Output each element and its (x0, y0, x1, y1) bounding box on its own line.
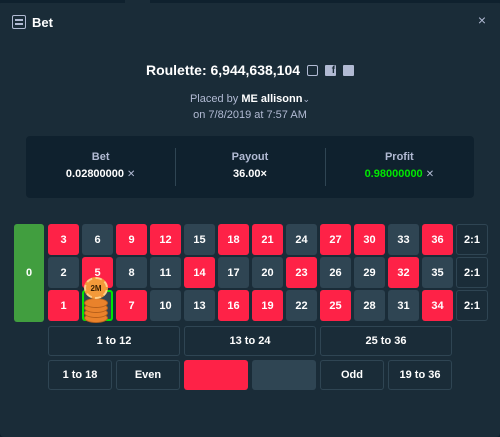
number-cell[interactable]: 7 (116, 290, 147, 321)
number-cell[interactable]: 36 (422, 224, 453, 255)
bet-modal: Bet × Roulette: 6,944,638,104 f Placed b… (0, 0, 500, 437)
number-cell[interactable]: 9 (116, 224, 147, 255)
number-cell[interactable]: 25 (320, 290, 351, 321)
number-cell[interactable]: 32 (388, 257, 419, 288)
number-cell[interactable]: 13 (184, 290, 215, 321)
number-cell[interactable]: 16 (218, 290, 249, 321)
number-cell[interactable]: 22 (286, 290, 317, 321)
dozen-bet-cell[interactable]: 25 to 36 (320, 326, 452, 356)
number-cell[interactable]: 10 (150, 290, 181, 321)
number-cell[interactable]: 26 (320, 257, 351, 288)
number-cell[interactable]: 8 (116, 257, 147, 288)
number-cell[interactable]: 30 (354, 224, 385, 255)
number-cell[interactable]: 12 (150, 224, 181, 255)
column-bet-cell[interactable]: 2:1 (456, 224, 488, 255)
number-cell[interactable]: 35 (422, 257, 453, 288)
red-bet-cell[interactable] (184, 360, 248, 390)
low-bet-cell[interactable]: 1 to 18 (48, 360, 112, 390)
number-cell[interactable]: 33 (388, 224, 419, 255)
number-cell[interactable]: 27 (320, 224, 351, 255)
odd-bet-cell[interactable]: Odd (320, 360, 384, 390)
number-cell[interactable]: 18 (218, 224, 249, 255)
column-bet-cell[interactable]: 2:1 (456, 257, 488, 288)
number-cell[interactable]: 4 (82, 290, 113, 321)
number-cell[interactable]: 15 (184, 224, 215, 255)
number-cell[interactable]: 6 (82, 224, 113, 255)
black-bet-cell[interactable] (252, 360, 316, 390)
number-cell[interactable]: 1 (48, 290, 79, 321)
number-cell[interactable]: 31 (388, 290, 419, 321)
number-cell[interactable]: 23 (286, 257, 317, 288)
column-bet-cell[interactable]: 2:1 (456, 290, 488, 321)
number-cell[interactable]: 14 (184, 257, 215, 288)
high-bet-cell[interactable]: 19 to 36 (388, 360, 452, 390)
number-cell[interactable]: 3 (48, 224, 79, 255)
number-cell[interactable]: 24 (286, 224, 317, 255)
number-cell[interactable]: 28 (354, 290, 385, 321)
dozen-bet-cell[interactable]: 13 to 24 (184, 326, 316, 356)
even-bet-cell[interactable]: Even (116, 360, 180, 390)
dozen-bet-cell[interactable]: 1 to 12 (48, 326, 180, 356)
number-cell[interactable]: 21 (252, 224, 283, 255)
number-cell[interactable]: 19 (252, 290, 283, 321)
number-cell[interactable]: 11 (150, 257, 181, 288)
roulette-board: 0 3 6 9 12 15 18 21 24 27 30 33 36 2:1 2 5 8 11 14 17 20 23 26… (0, 0, 500, 437)
number-cell[interactable]: 17 (218, 257, 249, 288)
number-cell[interactable]: 5 (82, 257, 113, 288)
zero-cell[interactable]: 0 (14, 224, 44, 322)
number-cell[interactable]: 2 (48, 257, 79, 288)
number-cell[interactable]: 29 (354, 257, 385, 288)
number-cell[interactable]: 20 (252, 257, 283, 288)
number-cell[interactable]: 34 (422, 290, 453, 321)
